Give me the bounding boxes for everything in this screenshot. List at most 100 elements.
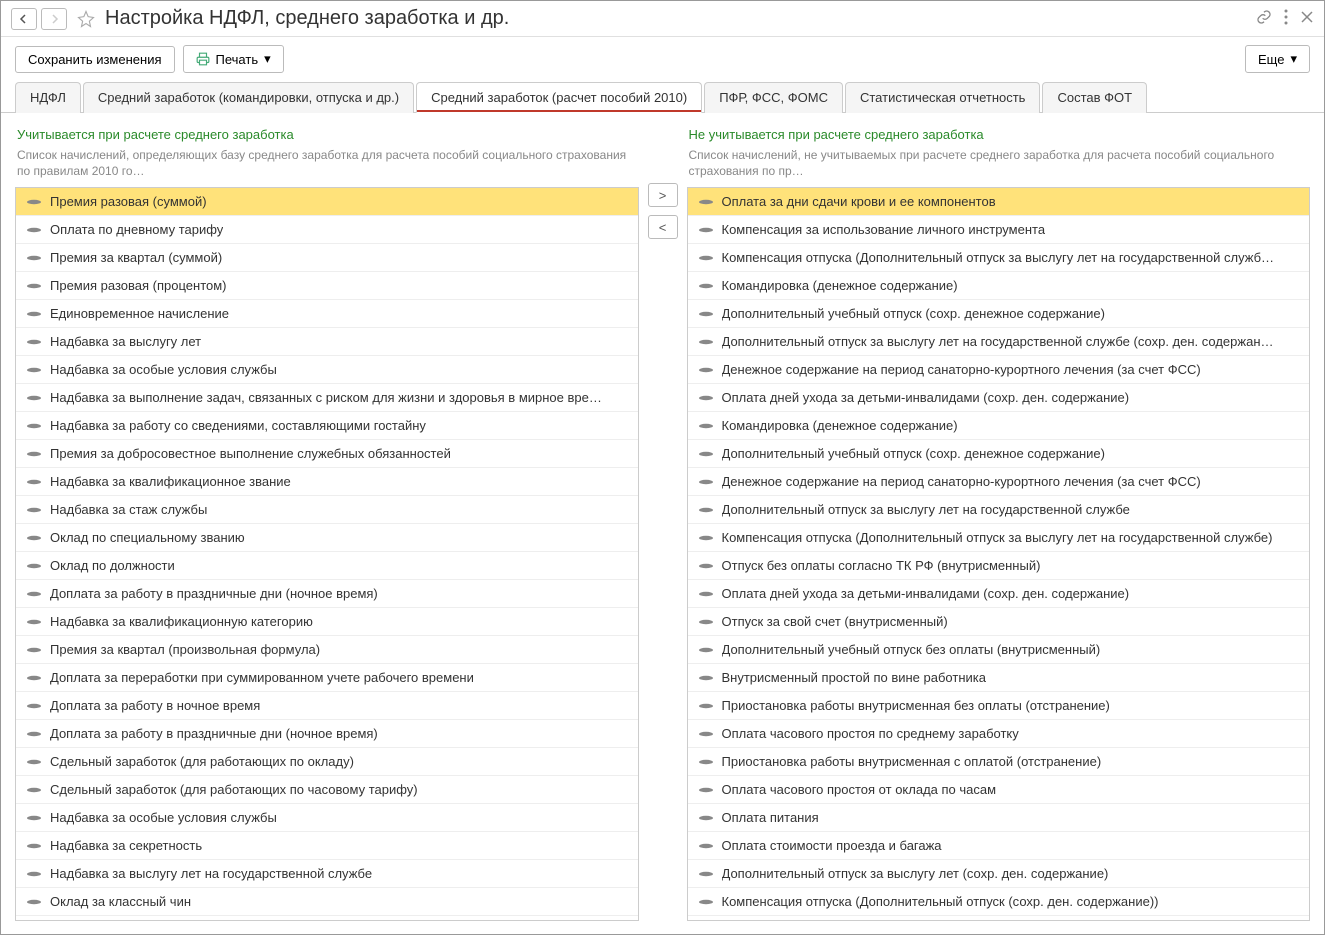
nav-back-button[interactable] xyxy=(11,8,37,30)
list-item[interactable]: Дополнительный отпуск за выслугу лет на … xyxy=(688,496,1310,524)
item-marker-icon xyxy=(698,870,714,878)
list-item[interactable]: Надбавка за особые условия службы xyxy=(16,356,638,384)
list-item[interactable]: Дополнительный учебный отпуск (сохр. ден… xyxy=(688,440,1310,468)
item-marker-icon xyxy=(26,198,42,206)
close-icon[interactable] xyxy=(1300,10,1314,27)
list-item[interactable]: Отпуск без оплаты согласно ТК РФ (внутри… xyxy=(688,552,1310,580)
item-marker-icon xyxy=(698,702,714,710)
item-marker-icon xyxy=(698,758,714,766)
list-item[interactable]: Дополнительный отпуск за выслугу лет (со… xyxy=(688,860,1310,888)
list-item[interactable]: Дополнительный учебный отпуск (сохр. ден… xyxy=(688,300,1310,328)
list-item[interactable]: Премия за добросовестное выполнение служ… xyxy=(16,440,638,468)
list-item[interactable]: Командировка (денежное содержание) xyxy=(688,412,1310,440)
item-marker-icon xyxy=(698,814,714,822)
list-item[interactable]: Премия разовая (суммой) xyxy=(16,188,638,216)
more-button[interactable]: Еще ▾ xyxy=(1245,45,1310,73)
star-icon[interactable] xyxy=(75,8,97,30)
list-item[interactable]: Оклад за классный чин xyxy=(16,888,638,916)
list-item[interactable]: Надбавка за стаж службы xyxy=(16,496,638,524)
list-item[interactable]: Единовременное начисление xyxy=(16,300,638,328)
list-item[interactable]: Дополнительный учебный отпуск без оплаты… xyxy=(688,636,1310,664)
included-list[interactable]: Премия разовая (суммой)Оплата по дневном… xyxy=(15,187,639,921)
page-title: Настройка НДФЛ, среднего заработка и др. xyxy=(105,7,1256,30)
list-item-label: Оплата часового простоя по среднему зара… xyxy=(722,726,1019,741)
list-item[interactable]: Денежное содержание на период санаторно-… xyxy=(688,356,1310,384)
list-item-label: Доплата за работу в праздничные дни (ноч… xyxy=(50,726,378,741)
list-item-label: Компенсация отпуска (Дополнительный отпу… xyxy=(722,530,1273,545)
list-item[interactable]: Оплата стоимости проезда и багажа xyxy=(688,832,1310,860)
list-item[interactable]: Надбавка за выслугу лет xyxy=(16,328,638,356)
tab-stat-reports[interactable]: Статистическая отчетность xyxy=(845,82,1041,113)
list-item-label: Приостановка работы внутрисменная с опла… xyxy=(722,754,1102,769)
list-item[interactable]: Надбавка за выслугу лет на государственн… xyxy=(16,860,638,888)
list-item[interactable]: Оплата по дневному тарифу xyxy=(16,216,638,244)
list-item[interactable]: Надбавка за секретность xyxy=(16,832,638,860)
item-marker-icon xyxy=(698,254,714,262)
menu-icon[interactable] xyxy=(1284,9,1288,28)
list-item-label: Компенсация отпуска (Дополнительный отпу… xyxy=(722,894,1159,909)
list-item[interactable]: Доплата за работу в праздничные дни (ноч… xyxy=(16,580,638,608)
list-item[interactable]: Оклад по специальному званию xyxy=(16,524,638,552)
tab-avg-earnings-2010[interactable]: Средний заработок (расчет пособий 2010) xyxy=(416,82,702,113)
list-item[interactable]: Денежное содержание на период санаторно-… xyxy=(688,468,1310,496)
move-left-button[interactable]: < xyxy=(648,215,678,239)
item-marker-icon xyxy=(26,702,42,710)
excluded-title: Не учитывается при расчете среднего зара… xyxy=(687,123,1311,146)
item-marker-icon xyxy=(698,198,714,206)
item-marker-icon xyxy=(26,590,42,598)
item-marker-icon xyxy=(698,842,714,850)
list-item[interactable]: Дополнительный отпуск за выслугу лет на … xyxy=(688,328,1310,356)
list-item-label: Компенсация отпуска (Дополнительный отпу… xyxy=(722,250,1275,265)
list-item[interactable]: Надбавка за квалификационное звание xyxy=(16,468,638,496)
list-item-label: Надбавка за выслугу лет на государственн… xyxy=(50,866,372,881)
list-item[interactable]: Оплата питания xyxy=(688,804,1310,832)
list-item[interactable]: Оклад по должности xyxy=(16,552,638,580)
nav-forward-button[interactable] xyxy=(41,8,67,30)
list-item-label: Дополнительный отпуск за выслугу лет (со… xyxy=(722,866,1109,881)
tab-avg-earnings-trips[interactable]: Средний заработок (командировки, отпуска… xyxy=(83,82,414,113)
list-item[interactable]: Командировка (денежное содержание) xyxy=(688,272,1310,300)
list-item[interactable]: Оплата часового простоя по среднему зара… xyxy=(688,720,1310,748)
list-item[interactable]: Внутрисменный простой по вине работника xyxy=(688,664,1310,692)
excluded-list[interactable]: Оплата за дни сдачи крови и ее компонент… xyxy=(687,187,1311,921)
list-item[interactable]: Премия за квартал (суммой) xyxy=(16,244,638,272)
list-item[interactable]: Оплата часового простоя от оклада по час… xyxy=(688,776,1310,804)
list-item[interactable]: Компенсация отпуска (Дополнительный отпу… xyxy=(688,524,1310,552)
list-item[interactable]: Надбавка за особые условия службы xyxy=(16,804,638,832)
link-icon[interactable] xyxy=(1256,9,1272,28)
list-item[interactable]: Приостановка работы внутрисменная с опла… xyxy=(688,748,1310,776)
list-item[interactable]: Компенсация за использование личного инс… xyxy=(688,216,1310,244)
list-item[interactable]: Оплата дней ухода за детьми-инвалидами (… xyxy=(688,384,1310,412)
print-button[interactable]: Печать ▾ xyxy=(183,45,284,73)
tab-ndfl[interactable]: НДФЛ xyxy=(15,82,81,113)
list-item[interactable]: Компенсация отпуска (Дополнительный отпу… xyxy=(688,244,1310,272)
list-item-label: Дополнительный учебный отпуск (сохр. ден… xyxy=(722,306,1105,321)
tab-fot[interactable]: Состав ФОТ xyxy=(1042,82,1147,113)
list-item[interactable]: Доплата за работу в ночное время xyxy=(16,692,638,720)
arrow-left-icon xyxy=(18,13,30,25)
item-marker-icon xyxy=(26,674,42,682)
list-item[interactable]: Надбавка за работу со сведениями, состав… xyxy=(16,412,638,440)
list-item[interactable]: Премия за квартал (произвольная формула) xyxy=(16,636,638,664)
list-item[interactable]: Приостановка работы внутрисменная без оп… xyxy=(688,692,1310,720)
list-item[interactable]: Компенсация отпуска (Дополнительный отпу… xyxy=(688,888,1310,916)
list-item-label: Сдельный заработок (для работающих по ок… xyxy=(50,754,354,769)
item-marker-icon xyxy=(26,758,42,766)
tab-pfr-fss-foms[interactable]: ПФР, ФСС, ФОМС xyxy=(704,82,843,113)
list-item[interactable]: Сдельный заработок (для работающих по ок… xyxy=(16,748,638,776)
list-item[interactable]: Премия разовая (процентом) xyxy=(16,272,638,300)
item-marker-icon xyxy=(698,646,714,654)
list-item[interactable]: Сдельный заработок (для работающих по ча… xyxy=(16,776,638,804)
list-item[interactable]: Доплата за работу в праздничные дни (ноч… xyxy=(16,720,638,748)
list-item[interactable]: Надбавка за квалификационную категорию xyxy=(16,608,638,636)
list-item[interactable]: Доплата за переработки при суммированном… xyxy=(16,664,638,692)
list-item[interactable]: Отпуск за свой счет (внутрисменный) xyxy=(688,608,1310,636)
list-item[interactable]: Оплата за дни сдачи крови и ее компонент… xyxy=(688,188,1310,216)
list-item[interactable]: Оплата дней ухода за детьми-инвалидами (… xyxy=(688,580,1310,608)
included-column: Учитывается при расчете среднего заработ… xyxy=(15,123,639,921)
item-marker-icon xyxy=(698,282,714,290)
move-right-button[interactable]: > xyxy=(648,183,678,207)
list-item[interactable]: Надбавка за выполнение задач, связанных … xyxy=(16,384,638,412)
save-button[interactable]: Сохранить изменения xyxy=(15,46,175,73)
list-item-label: Оклад по должности xyxy=(50,558,175,573)
